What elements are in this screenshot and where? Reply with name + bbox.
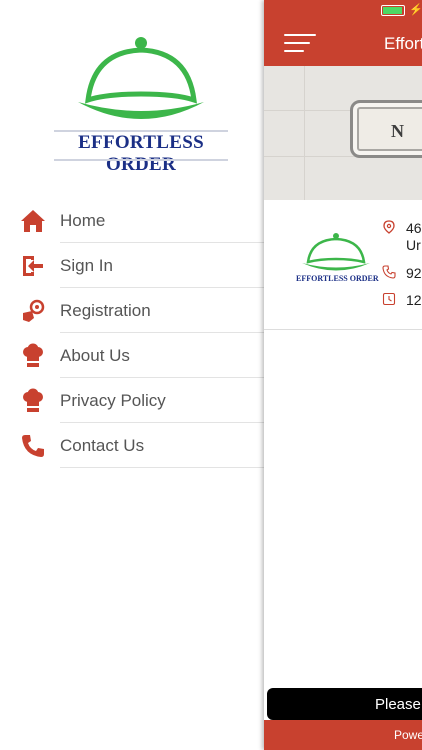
battery-icon <box>381 5 405 16</box>
menu-item-privacy-policy[interactable]: Privacy Policy <box>0 378 266 423</box>
address-line-2: Ur <box>406 237 421 253</box>
charging-icon: ⚡ <box>409 4 422 16</box>
banner-plaque: N <box>350 100 422 158</box>
menu-item-label: Contact Us <box>60 436 145 455</box>
menu-item-label: Sign In <box>60 256 113 275</box>
app-title: Effortless Order <box>384 34 422 53</box>
logo-wordmark: EFFORTLESS ORDER <box>296 274 379 283</box>
chef-hat-icon <box>23 388 43 412</box>
app-bar: Effortless Order <box>264 20 422 66</box>
menu-item-label: Privacy Policy <box>60 391 166 410</box>
menu-item-about-us[interactable]: About Us <box>0 333 266 378</box>
menu-item-label: Home <box>60 211 106 230</box>
footer-bar: Powered <box>264 720 422 750</box>
drawer-menu: Home Sign In Registration About Us Priva… <box>0 198 266 468</box>
menu-item-contact-us[interactable]: Contact Us <box>0 423 266 468</box>
navigation-drawer: EFFORTLESS ORDER Home Sign In Registrati… <box>0 0 266 750</box>
phone-icon <box>22 435 44 457</box>
powered-by-text: Powered <box>394 728 422 742</box>
phone-icon <box>382 265 396 279</box>
banner-text: N <box>391 121 404 141</box>
main-screen[interactable]: ⚡ Effortless Order N EFFORTLESS ORDER <box>264 0 422 750</box>
phone-number[interactable]: 92 <box>406 265 422 281</box>
toast-text: Please <box>375 696 421 713</box>
chef-hat-icon <box>23 343 43 367</box>
cloche-logo-icon <box>302 233 370 271</box>
cloche-logo-icon <box>78 37 204 119</box>
hamburger-menu-icon[interactable] <box>284 32 316 54</box>
menu-item-home[interactable]: Home <box>0 198 266 243</box>
opening-hours: 12 <box>406 292 422 308</box>
menu-item-registration[interactable]: Registration <box>0 288 266 333</box>
logo-rule-bottom <box>54 159 228 161</box>
location-pin-icon <box>383 220 395 234</box>
app-logo: EFFORTLESS ORDER <box>52 36 230 175</box>
status-bar: ⚡ <box>264 0 422 20</box>
restaurant-banner: N <box>264 66 422 200</box>
toast-message: Please <box>267 688 422 720</box>
home-icon <box>21 210 45 232</box>
menu-item-label: Registration <box>60 301 151 320</box>
menu-item-sign-in[interactable]: Sign In <box>0 243 266 288</box>
address-line-1: 46 <box>406 220 422 236</box>
restaurant-info-card[interactable]: EFFORTLESS ORDER 46 Ur 92 12 <box>264 200 422 330</box>
registration-icon <box>23 299 45 322</box>
menu-item-label: About Us <box>60 346 130 365</box>
sign-in-icon <box>23 256 43 276</box>
divider <box>60 467 266 468</box>
restaurant-logo: EFFORTLESS ORDER <box>296 232 379 288</box>
clock-icon <box>382 292 396 306</box>
logo-wordmark: EFFORTLESS ORDER <box>78 132 204 175</box>
